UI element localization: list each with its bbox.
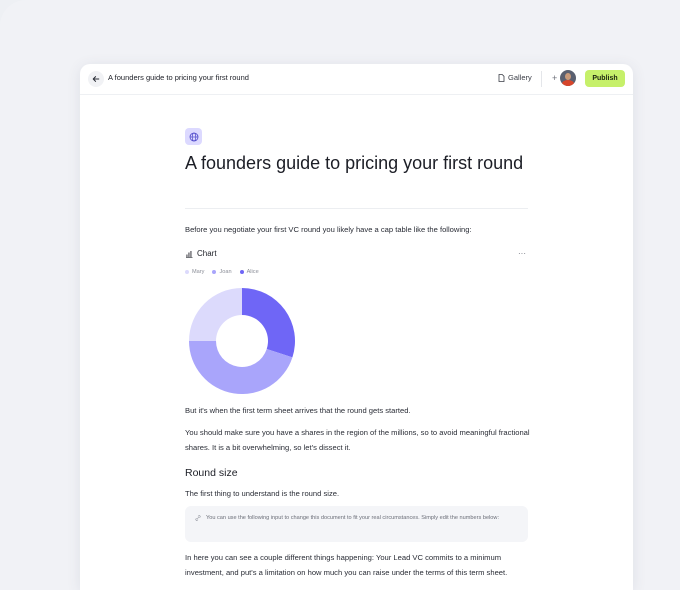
editor-window: A founders guide to pricing your first r… bbox=[80, 64, 633, 590]
publish-button[interactable]: Publish bbox=[585, 70, 625, 87]
link-icon bbox=[195, 515, 201, 523]
avatar-face bbox=[565, 73, 571, 80]
info-callout: You can use the following input to chang… bbox=[185, 506, 528, 542]
chart-legend: Mary Joan Alice bbox=[185, 269, 259, 275]
legend-swatch bbox=[185, 270, 189, 274]
chart-title: Chart bbox=[197, 249, 217, 258]
chart-more-button[interactable]: ··· bbox=[518, 249, 526, 258]
legend-item-mary[interactable]: Mary bbox=[185, 269, 204, 275]
legend-label: Mary bbox=[192, 269, 205, 275]
globe-icon bbox=[189, 132, 198, 141]
legend-label: Joan bbox=[219, 269, 232, 275]
avatar[interactable] bbox=[560, 70, 576, 86]
legend-item-joan[interactable]: Joan bbox=[212, 269, 232, 275]
back-button[interactable] bbox=[88, 71, 104, 87]
donut-chart bbox=[189, 288, 295, 394]
title-divider bbox=[185, 208, 528, 209]
donut-slice-alice[interactable] bbox=[242, 288, 295, 358]
avatar-body bbox=[562, 80, 574, 86]
app-background: A founders guide to pricing your first r… bbox=[0, 0, 680, 590]
legend-label: Alice bbox=[246, 269, 259, 275]
bar-chart-icon bbox=[186, 250, 193, 258]
arrow-left-icon bbox=[92, 76, 100, 82]
toolbar-divider bbox=[541, 71, 542, 87]
gallery-button[interactable]: Gallery bbox=[498, 73, 532, 82]
page-title[interactable]: A founders guide to pricing your first r… bbox=[185, 152, 525, 174]
chart-block-header: Chart bbox=[185, 249, 217, 258]
invite-button[interactable]: + bbox=[552, 73, 557, 83]
donut-slice-mary[interactable] bbox=[189, 288, 242, 341]
legend-item-alice[interactable]: Alice bbox=[239, 269, 259, 275]
heading-round-size[interactable]: Round size bbox=[185, 467, 238, 479]
paragraph-round-size[interactable]: The first thing to understand is the rou… bbox=[185, 486, 530, 501]
top-bar: A founders guide to pricing your first r… bbox=[80, 64, 633, 95]
paragraph-term-sheet[interactable]: But it's when the first term sheet arriv… bbox=[185, 403, 530, 418]
intro-paragraph[interactable]: Before you negotiate your first VC round… bbox=[185, 222, 530, 237]
gallery-label: Gallery bbox=[508, 73, 532, 82]
legend-swatch bbox=[239, 270, 244, 274]
paragraph-shares[interactable]: You should make sure you have a shares i… bbox=[185, 425, 530, 455]
callout-text: You can use the following input to chang… bbox=[206, 515, 500, 521]
legend-swatch bbox=[212, 270, 217, 274]
breadcrumb-title: A founders guide to pricing your first r… bbox=[108, 73, 249, 82]
page-icon-button[interactable] bbox=[185, 128, 202, 145]
document-icon bbox=[498, 73, 505, 82]
paragraph-lead-vc[interactable]: In here you can see a couple different t… bbox=[185, 550, 530, 580]
